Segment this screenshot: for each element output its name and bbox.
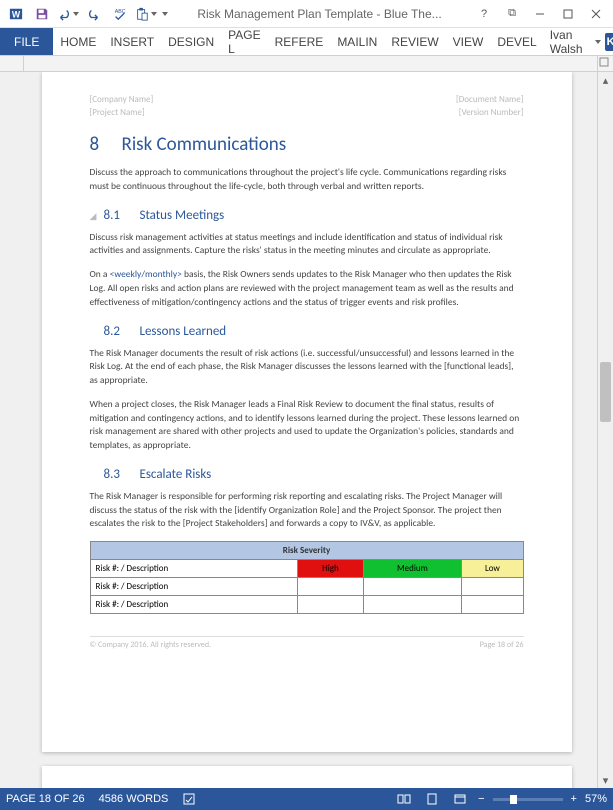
help-icon[interactable]: ?: [471, 4, 497, 24]
risk-severity-table[interactable]: Risk Severity Risk #: / DescriptionHighM…: [90, 541, 524, 614]
header-project: [Project Name]: [90, 107, 154, 120]
quick-access-toolbar: W ABC: [4, 3, 168, 25]
table-head: Risk Severity: [90, 542, 523, 560]
cell-desc[interactable]: Risk #: / Description: [90, 578, 298, 596]
header-docname: [Document Name]: [456, 94, 524, 107]
heading-1-text: Risk Communications: [122, 133, 287, 156]
user-account[interactable]: Ivan Walsh K: [544, 28, 613, 55]
paragraph[interactable]: The Risk Manager is responsible for perf…: [90, 490, 524, 531]
heading-2-num: 8.1: [104, 208, 140, 223]
collapse-icon[interactable]: ◢: [90, 211, 100, 222]
cell-desc[interactable]: Risk #: / Description: [90, 596, 298, 614]
print-layout-icon[interactable]: [422, 791, 442, 807]
zoom-slider[interactable]: [493, 798, 563, 801]
page-18[interactable]: [Company Name][Project Name] [Document N…: [42, 72, 572, 752]
cell-medium[interactable]: Medium: [363, 560, 462, 578]
zoom-thumb[interactable]: [510, 795, 517, 804]
word-app-icon[interactable]: W: [4, 3, 28, 25]
minimize-icon[interactable]: [527, 4, 553, 24]
scroll-up-icon[interactable]: ▴: [598, 72, 613, 88]
heading-2-num: 8.3: [104, 467, 140, 482]
close-icon[interactable]: [583, 4, 609, 24]
tab-insert[interactable]: INSERT: [103, 28, 161, 55]
heading-2-escalate[interactable]: 8.3Escalate Risks: [90, 467, 524, 482]
heading-2-text: Escalate Risks: [140, 467, 212, 482]
ruler: [0, 56, 613, 72]
footer-left: © Company 2016. All rights reserved.: [90, 640, 212, 650]
window-controls: ? ⧉: [471, 4, 609, 24]
heading-2-text: Lessons Learned: [140, 324, 227, 339]
header-company: [Company Name]: [90, 94, 154, 107]
table-row: Risk #: / Description: [90, 596, 523, 614]
paragraph[interactable]: Discuss risk management activities at st…: [90, 231, 524, 259]
table-row: Risk #: / DescriptionHighMediumLow: [90, 560, 523, 578]
svg-text:W: W: [12, 9, 21, 19]
placeholder-link: <weekly/monthly>: [110, 268, 182, 280]
heading-2-num: 8.2: [104, 324, 140, 339]
scroll-down-icon[interactable]: ▾: [598, 772, 613, 788]
heading-2-text: Status Meetings: [140, 208, 225, 223]
web-layout-icon[interactable]: [450, 791, 470, 807]
maximize-icon[interactable]: [555, 4, 581, 24]
spellcheck-icon[interactable]: ABC: [108, 3, 132, 25]
tab-mailings[interactable]: MAILIN: [330, 28, 384, 55]
paste-icon[interactable]: [134, 3, 158, 25]
zoom-in-button[interactable]: +: [571, 793, 577, 805]
document-scroll[interactable]: [Company Name][Project Name] [Document N…: [24, 72, 597, 788]
scroll-thumb[interactable]: [600, 362, 611, 422]
footer-right: Page 18 of 26: [480, 640, 524, 650]
user-badge: K: [605, 33, 613, 51]
chevron-down-icon: [595, 40, 601, 44]
header-version: [Version Number]: [456, 107, 524, 120]
read-mode-icon[interactable]: [394, 791, 414, 807]
window-title: Risk Management Plan Template - Blue The…: [168, 7, 471, 21]
redo-icon[interactable]: [82, 3, 106, 25]
tab-references[interactable]: REFERE: [268, 28, 331, 55]
heading-2-status[interactable]: ◢ 8.1Status Meetings: [90, 208, 524, 223]
page-19[interactable]: [Company Name][Project Name] [Document N…: [42, 766, 572, 788]
tab-view[interactable]: VIEW: [446, 28, 491, 55]
status-page[interactable]: PAGE 18 OF 26: [6, 793, 85, 805]
undo-icon[interactable]: [56, 3, 80, 25]
document-area: [Company Name][Project Name] [Document N…: [0, 72, 613, 788]
page-footer: © Company 2016. All rights reserved. Page…: [90, 636, 524, 650]
heading-1[interactable]: 8Risk Communications: [90, 133, 524, 156]
tab-review[interactable]: REVIEW: [384, 28, 445, 55]
save-icon[interactable]: [30, 3, 54, 25]
heading-2-lessons[interactable]: 8.2Lessons Learned: [90, 324, 524, 339]
status-bar: PAGE 18 OF 26 4586 WORDS − + 57%: [0, 788, 613, 810]
tab-page-layout[interactable]: PAGE L: [221, 28, 267, 55]
table-row: Risk #: / Description: [90, 578, 523, 596]
vertical-scrollbar[interactable]: ▴ ▾: [597, 72, 613, 788]
paragraph[interactable]: The Risk Manager documents the result of…: [90, 347, 524, 388]
paragraph[interactable]: On a <weekly/monthly> basis, the Risk Ow…: [90, 268, 524, 309]
cell-low[interactable]: Low: [462, 560, 523, 578]
ribbon-display-icon[interactable]: ⧉: [499, 4, 525, 24]
tab-home[interactable]: HOME: [53, 28, 103, 55]
ruler-toggle[interactable]: [597, 56, 613, 71]
paragraph[interactable]: When a project closes, the Risk Manager …: [90, 398, 524, 453]
tab-design[interactable]: DESIGN: [161, 28, 221, 55]
cell-desc[interactable]: Risk #: / Description: [90, 560, 298, 578]
ribbon-tabs: FILE HOME INSERT DESIGN PAGE L REFERE MA…: [0, 28, 613, 56]
tab-developer[interactable]: DEVEL: [490, 28, 543, 55]
page-header: [Company Name][Project Name] [Document N…: [90, 94, 524, 119]
status-proofing-icon[interactable]: [182, 792, 196, 806]
user-name: Ivan Walsh: [550, 28, 589, 56]
scroll-track[interactable]: [598, 88, 613, 772]
paragraph[interactable]: Discuss the approach to communications t…: [90, 166, 524, 194]
title-bar: W ABC Risk Management Plan Template - Bl…: [0, 0, 613, 28]
status-words[interactable]: 4586 WORDS: [99, 793, 169, 805]
zoom-value[interactable]: 57%: [585, 793, 607, 805]
file-tab[interactable]: FILE: [0, 28, 53, 55]
heading-1-num: 8: [90, 133, 122, 156]
cell-high[interactable]: High: [298, 560, 363, 578]
zoom-out-button[interactable]: −: [478, 793, 484, 805]
